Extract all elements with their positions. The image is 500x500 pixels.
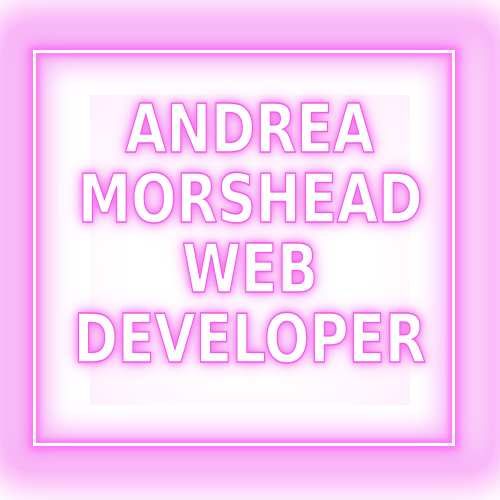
- role-word-2: DEVELOPER: [73, 299, 427, 379]
- neon-title: ANDREA MORSHEAD WEB DEVELOPER: [60, 89, 440, 406]
- first-name: ANDREA: [125, 89, 375, 169]
- last-name: MORSHEAD: [77, 159, 423, 239]
- neon-sign-canvas: ANDREA MORSHEAD WEB DEVELOPER: [0, 0, 500, 500]
- role-word-1: WEB: [182, 229, 319, 309]
